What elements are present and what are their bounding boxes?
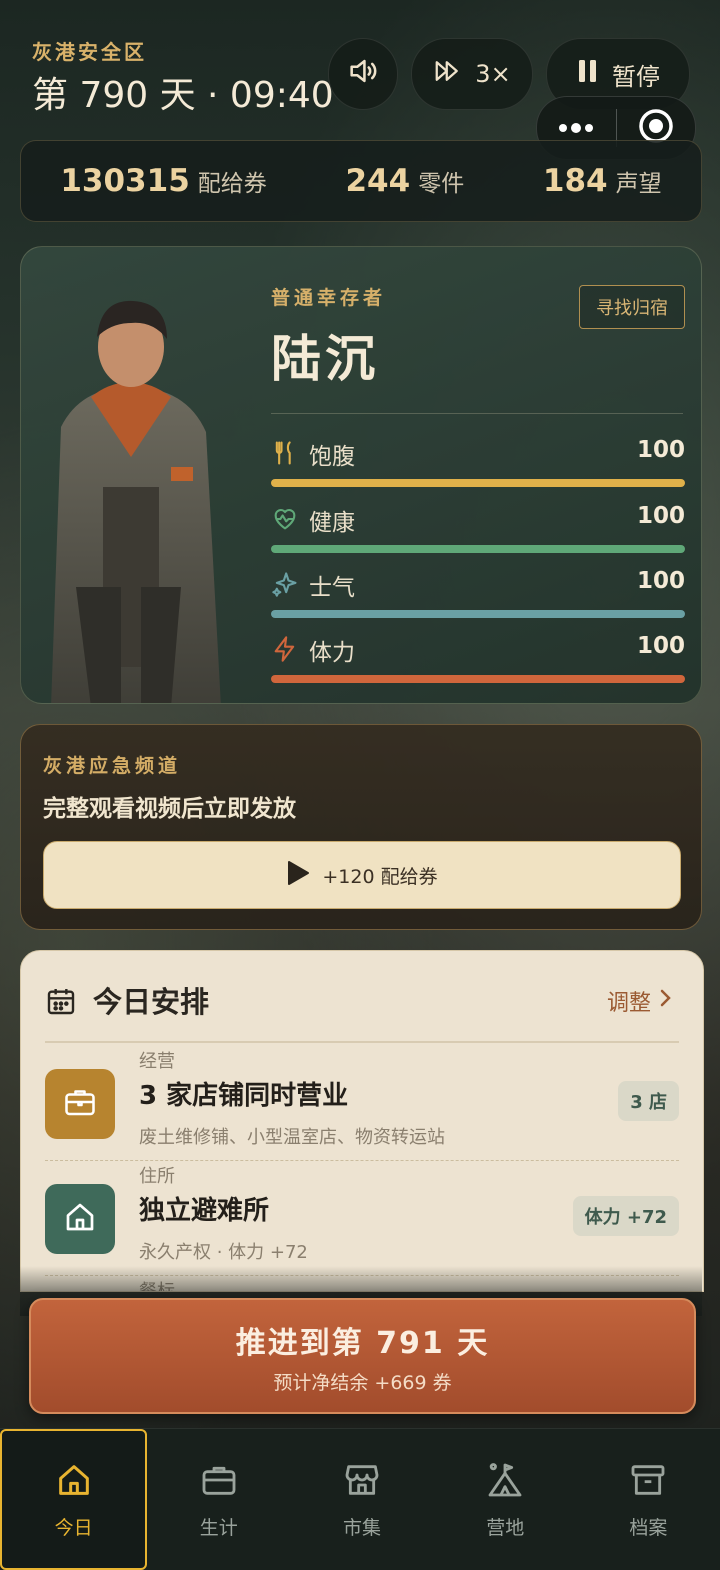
schedule-name: 独立避难所 [139,1196,270,1226]
fork-knife-icon [271,439,299,467]
character-portrait [51,300,221,703]
resource-value: 184 [542,163,608,199]
stat-label: 士气 [309,575,355,601]
bottom-nav: 今日 生计 市集 营地 档案 [0,1428,720,1570]
schedule-tag: 体力 +72 [572,1196,679,1236]
watch-video-label: +120 配给券 [322,865,438,888]
lightning-icon [271,635,299,663]
nav-market[interactable]: 市集 [290,1429,433,1570]
nav-archive[interactable]: 档案 [577,1429,720,1570]
advance-forecast: 预计净结余 +669 券 [273,1372,452,1394]
stat-value: 100 [636,503,685,529]
schedule-tile [45,1184,115,1254]
broadcast-description: 完整观看视频后立即发放 [43,796,296,822]
stat-label: 体力 [309,640,355,666]
advance-label: 推进到第 791 天 [235,1326,490,1361]
stat-bar [271,675,685,683]
stat-value: 100 [636,568,685,594]
chevron-right-icon [659,988,673,1014]
resource-ration: 130315 配给券 [60,163,266,199]
stat-bar-fill [271,675,685,683]
stat-bar-fill [271,479,685,487]
camp-icon [485,1460,525,1505]
speed-label: 3× [475,60,511,88]
speaker-icon [346,54,380,94]
resource-bar: 130315 配给券 244 零件 184 声望 [20,140,702,222]
schedule-detail: 永久产权 · 体力 +72 [139,1242,308,1263]
stat-stamina: 体力 100 [271,633,685,693]
broadcast-channel: 灰港应急频道 [43,755,182,777]
stat-bar [271,479,685,487]
schedule-detail: 废土维修铺、小型温室店、物资转运站 [139,1127,445,1148]
pause-label: 暂停 [612,62,660,91]
briefcase-icon [62,1084,98,1124]
sparkle-icon [271,570,299,598]
character-name: 陆沉 [271,330,379,388]
resource-value: 244 [345,163,411,199]
schedule-tag: 3 店 [618,1081,679,1121]
schedule-item-housing[interactable]: 住所 独立避难所 永久产权 · 体力 +72 体力 +72 [45,1162,679,1276]
schedule-category: 住所 [139,1166,175,1187]
schedule-item-business[interactable]: 经营 3 家店铺同时营业 废土维修铺、小型温室店、物资转运站 3 店 [45,1047,679,1161]
play-icon [286,860,310,891]
adjust-label: 调整 [606,991,651,1016]
adjust-schedule-button[interactable]: 调整 [607,985,673,1017]
resource-reputation: 184 声望 [543,163,662,199]
resource-unit: 零件 [418,171,465,197]
schedule-category: 经营 [139,1051,175,1072]
house-icon [62,1199,98,1239]
nav-label: 生计 [199,1516,238,1539]
stat-morale: 士气 100 [271,568,685,628]
briefcase-icon [199,1460,239,1505]
stat-label: 健康 [309,510,355,536]
heart-pulse-icon [271,505,299,533]
nav-label: 今日 [54,1516,93,1539]
resource-value: 130315 [60,163,190,199]
stat-value: 100 [636,437,685,463]
calendar-icon [45,985,77,1021]
nav-camp[interactable]: 营地 [434,1429,577,1570]
stat-satiety: 饱腹 100 [271,437,685,497]
card-divider [271,413,683,414]
pause-icon [576,58,600,90]
stat-bar-fill [271,545,685,553]
character-rank: 普通幸存者 [271,287,387,309]
resource-unit: 配给券 [197,171,267,197]
speed-button[interactable]: 3× [411,38,533,110]
schedule-name: 3 家店铺同时营业 [139,1081,349,1111]
sound-button[interactable] [328,38,398,110]
stat-health: 健康 100 [271,503,685,563]
resource-parts: 244 零件 [345,163,464,199]
stat-bar [271,610,685,618]
stat-bar [271,545,685,553]
zone-label: 灰港安全区 [32,40,147,64]
archive-icon [628,1460,668,1505]
more-dots-icon [557,119,595,138]
nav-label: 市集 [343,1516,382,1539]
nav-livelihood[interactable]: 生计 [147,1429,290,1570]
emergency-broadcast-card: 灰港应急频道 完整观看视频后立即发放 +120 配给券 [20,724,702,930]
resource-unit: 声望 [615,171,662,197]
fast-forward-icon [433,56,463,92]
stat-value: 100 [636,633,685,659]
stat-bar-fill [271,610,685,618]
schedule-title: 今日安排 [93,985,210,1019]
character-card: 普通幸存者 陆沉 寻找归宿 饱腹 100 健康 100 士气 100 体力 10… [20,246,702,704]
advance-day-button[interactable]: 推进到第 791 天 预计净结余 +669 券 [29,1298,696,1414]
nav-label: 档案 [629,1516,668,1539]
home-icon [54,1460,94,1505]
nav-today[interactable]: 今日 [0,1429,148,1570]
stat-label: 饱腹 [309,444,355,470]
schedule-tile [45,1069,115,1139]
store-icon [342,1460,382,1505]
row-divider [45,1160,679,1161]
schedule-divider [45,1041,679,1043]
find-home-button[interactable]: 寻找归宿 [579,285,685,329]
nav-label: 营地 [486,1516,525,1539]
today-schedule-card: 今日安排 调整 经营 3 家店铺同时营业 废土维修铺、小型温室店、物资转运站 3… [20,950,704,1292]
day-time-title: 第 790 天 · 09:40 [32,75,334,116]
watch-video-button[interactable]: +120 配给券 [43,841,681,909]
